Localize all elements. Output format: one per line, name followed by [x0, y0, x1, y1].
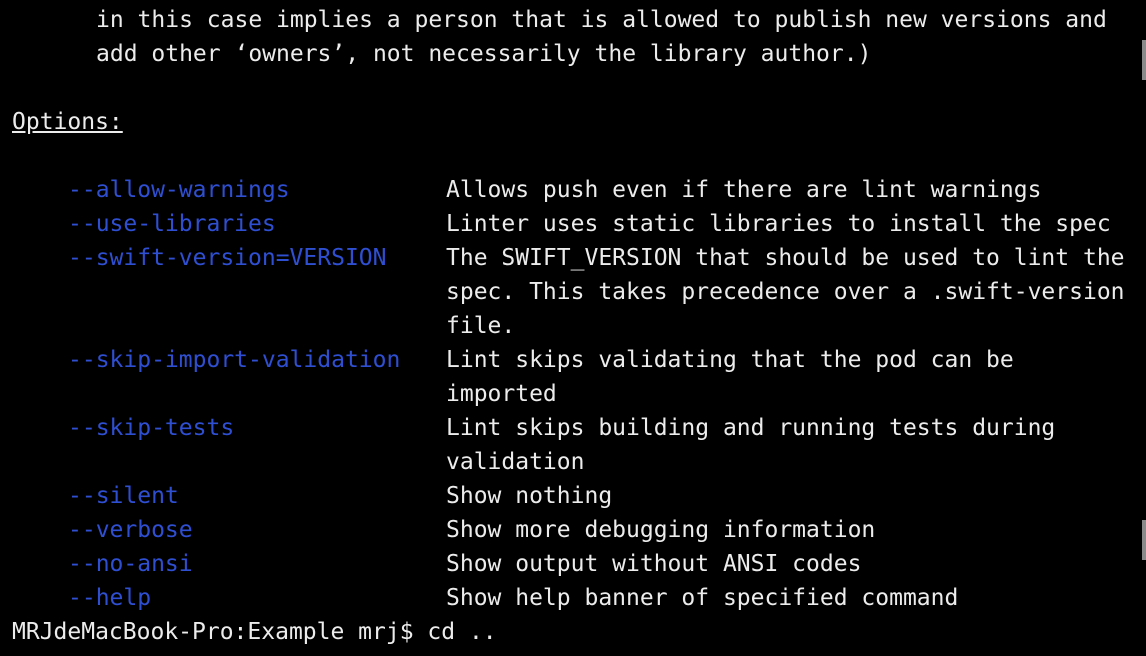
shell-prompt-line[interactable]: MRJdeMacBook-Pro:Example mrj$ cd .. — [12, 615, 497, 649]
option-description: Show help banner of specified command — [446, 585, 959, 611]
intro-line-1: in this case implies a person that is al… — [96, 7, 1107, 33]
options-heading: Options: — [12, 109, 123, 135]
option-description: Show more debugging information — [446, 517, 876, 543]
intro-line-2: add other ‘owners’, not necessarily the … — [96, 41, 872, 67]
option-description: Lint skips validating that the pod can b… — [446, 347, 1014, 373]
option-skip-tests: --skip-tests — [68, 415, 235, 441]
option-description: imported — [446, 381, 557, 407]
option-description: Linter uses static libraries to install … — [446, 211, 1111, 237]
scrollbar-marker-bottom — [1142, 520, 1146, 560]
option-description: Lint skips building and running tests du… — [446, 415, 1056, 441]
option-allow-warnings: --allow-warnings — [68, 177, 290, 203]
terminal-window[interactable]: in this case implies a person that is al… — [0, 0, 1146, 656]
option-no-ansi: --no-ansi — [68, 551, 193, 577]
option-description: Allows push even if there are lint warni… — [446, 177, 1042, 203]
option-skip-import-validation: --skip-import-validation — [68, 347, 401, 373]
option-description: Show output without ANSI codes — [446, 551, 862, 577]
scrollbar-marker-top — [1142, 40, 1146, 80]
option-description: Show nothing — [446, 483, 613, 509]
option-swift-version: --swift-version=VERSION — [68, 245, 387, 271]
option-use-libraries: --use-libraries — [68, 211, 276, 237]
option-verbose: --verbose — [68, 517, 193, 543]
option-silent: --silent — [68, 483, 179, 509]
option-description: spec. This takes precedence over a .swif… — [446, 279, 1125, 305]
option-description: file. — [446, 313, 516, 339]
option-help: --help — [68, 585, 152, 611]
option-description: validation — [446, 449, 585, 475]
option-description: The SWIFT_VERSION that should be used to… — [446, 245, 1125, 271]
